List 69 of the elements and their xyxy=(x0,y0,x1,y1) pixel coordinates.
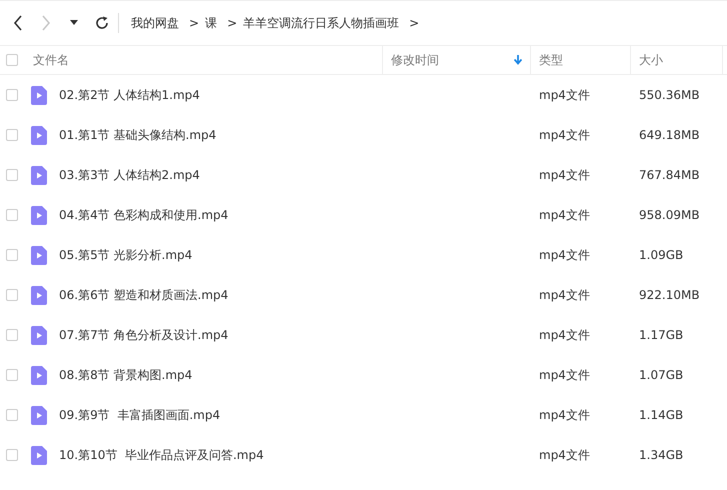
file-name[interactable]: 10.第10节 毕业作品点评及问答.mp4 xyxy=(59,446,264,464)
video-file-icon xyxy=(31,406,47,424)
file-type: mp4文件 xyxy=(539,206,590,224)
chevron-left-icon xyxy=(13,15,23,31)
video-file-icon xyxy=(31,86,47,104)
breadcrumb-link[interactable]: 羊羊空调流行日系人物插画班 xyxy=(243,14,400,32)
file-size: 922.10MB xyxy=(639,288,700,302)
row-checkbox[interactable] xyxy=(6,289,18,301)
row-checkbox[interactable] xyxy=(6,409,18,421)
column-header[interactable]: 文件名 xyxy=(24,46,383,74)
video-file-icon xyxy=(31,366,47,384)
file-type: mp4文件 xyxy=(539,86,590,104)
file-name[interactable]: 09.第9节 丰富插图画面.mp4 xyxy=(59,406,220,424)
file-type: mp4文件 xyxy=(539,326,590,344)
file-type: mp4文件 xyxy=(539,446,590,464)
file-size: 1.07GB xyxy=(639,368,684,382)
select-all-checkbox[interactable] xyxy=(6,54,18,66)
file-size: 958.09MB xyxy=(639,208,700,222)
video-file-icon xyxy=(31,446,47,464)
row-checkbox[interactable] xyxy=(6,369,18,381)
file-type: mp4文件 xyxy=(539,406,590,424)
row-checkbox[interactable] xyxy=(6,329,18,341)
file-type: mp4文件 xyxy=(539,366,590,384)
file-type: mp4文件 xyxy=(539,286,590,304)
video-file-icon xyxy=(31,126,47,144)
file-name[interactable]: 07.第7节 角色分析及设计.mp4 xyxy=(59,326,228,344)
refresh-icon xyxy=(95,16,109,30)
column-header-label: 类型 xyxy=(539,52,563,68)
file-name[interactable]: 03.第3节 人体结构2.mp4 xyxy=(59,166,200,184)
row-checkbox[interactable] xyxy=(6,209,18,221)
file-type: mp4文件 xyxy=(539,126,590,144)
row-checkbox[interactable] xyxy=(6,129,18,141)
breadcrumb-separator: > xyxy=(409,16,420,30)
column-header[interactable]: 大小 xyxy=(631,46,723,74)
file-size: 550.36MB xyxy=(639,88,700,102)
file-size: 1.34GB xyxy=(639,448,684,462)
file-type: mp4文件 xyxy=(539,166,590,184)
breadcrumb-link[interactable]: 课 xyxy=(205,14,218,32)
file-name[interactable]: 04.第4节 色彩构成和使用.mp4 xyxy=(59,206,228,224)
chevron-right-icon xyxy=(41,15,51,31)
breadcrumb-separator: > xyxy=(227,16,238,30)
video-file-icon xyxy=(31,326,47,344)
file-size: 767.84MB xyxy=(639,168,700,182)
column-header[interactable]: 修改时间 xyxy=(383,46,531,74)
file-name[interactable]: 06.第6节 塑造和材质画法.mp4 xyxy=(59,286,228,304)
column-header[interactable]: 类型 xyxy=(531,46,631,74)
video-file-icon xyxy=(31,166,47,184)
column-header-label: 修改时间 xyxy=(391,52,439,68)
column-header-label: 大小 xyxy=(639,52,663,68)
file-type: mp4文件 xyxy=(539,246,590,264)
file-name[interactable]: 02.第2节 人体结构1.mp4 xyxy=(59,86,200,104)
caret-down-icon xyxy=(70,20,78,26)
row-checkbox[interactable] xyxy=(6,449,18,461)
video-file-icon xyxy=(31,246,47,264)
video-file-icon xyxy=(31,206,47,224)
row-checkbox[interactable] xyxy=(6,249,18,261)
file-name[interactable]: 08.第8节 背景构图.mp4 xyxy=(59,366,192,384)
column-header-label: 文件名 xyxy=(33,52,69,68)
file-name[interactable]: 05.第5节 光影分析.mp4 xyxy=(59,246,192,264)
file-name[interactable]: 01.第1节 基础头像结构.mp4 xyxy=(59,126,216,144)
breadcrumb-separator: > xyxy=(189,16,200,30)
row-checkbox[interactable] xyxy=(6,169,18,181)
video-file-icon xyxy=(31,286,47,304)
breadcrumb-link[interactable]: 我的网盘 xyxy=(131,14,179,32)
file-size: 1.09GB xyxy=(639,248,684,262)
file-size: 649.18MB xyxy=(639,128,700,142)
file-size: 1.17GB xyxy=(639,328,684,342)
file-size: 1.14GB xyxy=(639,408,684,422)
row-checkbox[interactable] xyxy=(6,89,18,101)
